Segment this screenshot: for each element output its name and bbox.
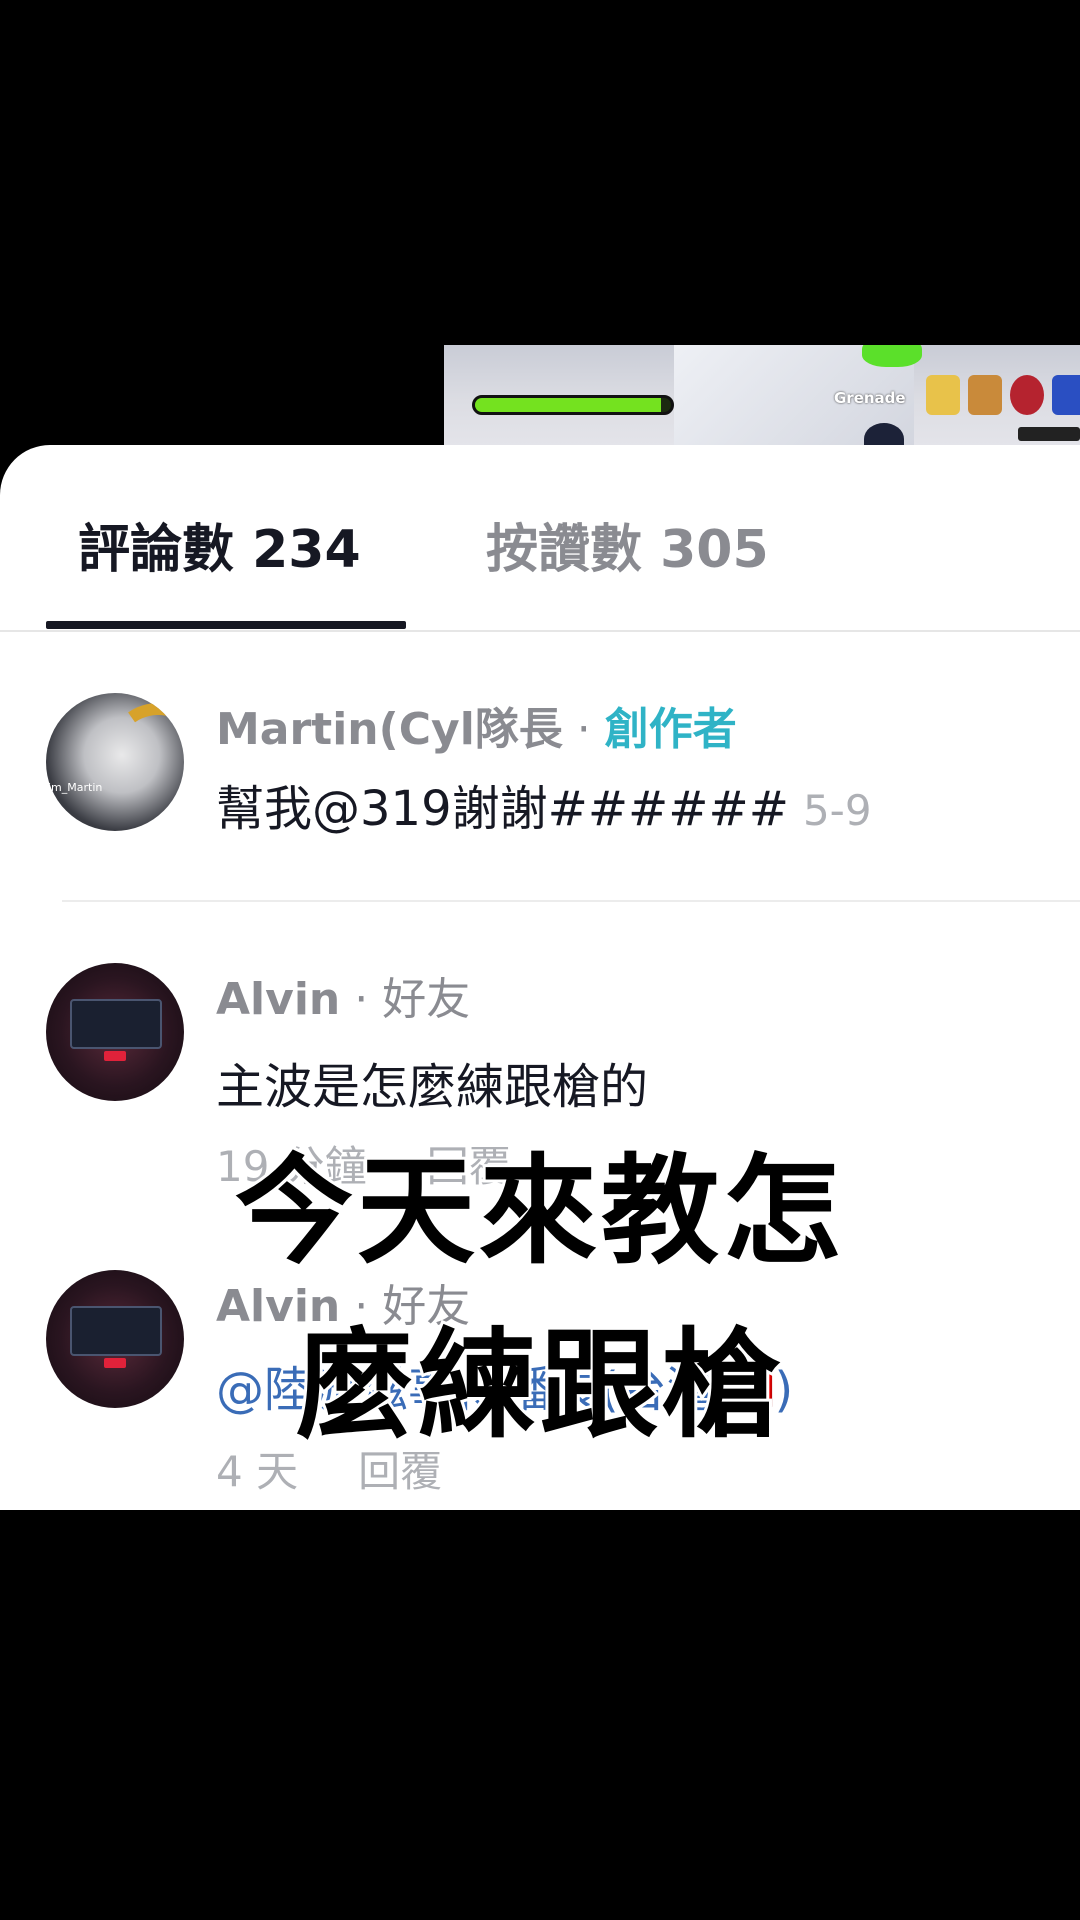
username[interactable]: Alvin xyxy=(216,974,340,1025)
inventory-item-icon xyxy=(926,375,960,415)
game-character xyxy=(864,423,904,447)
weapon-label: Grenade xyxy=(834,389,906,407)
inventory-item-icon xyxy=(1052,375,1080,415)
health-bar-fill xyxy=(475,398,662,412)
comment-text: 幫我@319謝謝###### 5-9 xyxy=(216,769,872,839)
inventory-item-icon xyxy=(1010,375,1044,415)
avatar[interactable]: im_Martin xyxy=(46,693,184,831)
separator: · xyxy=(354,974,369,1025)
comment-body: 幫我@319謝謝###### xyxy=(216,781,789,837)
username[interactable]: Martin(Cyl隊長 xyxy=(216,704,563,755)
comment-meta: Alvin · 好友 xyxy=(216,963,470,1027)
avatar-tag: im_Martin xyxy=(48,781,103,794)
avatar[interactable] xyxy=(46,963,184,1101)
inventory-item-icon xyxy=(968,375,1002,415)
overlay-caption-line1: 今天來教怎 xyxy=(232,1139,845,1283)
comment-text: 主波是怎麼練跟槍的 xyxy=(216,1047,648,1117)
active-tab-indicator xyxy=(46,621,406,629)
comment-date: 5-9 xyxy=(802,786,872,835)
friend-badge: 好友 xyxy=(382,974,471,1025)
comment-meta: Martin(Cyl隊長 · 創作者 xyxy=(216,693,737,757)
health-bar xyxy=(472,395,674,415)
avatar-red-button xyxy=(104,1051,126,1061)
divider xyxy=(62,900,1080,902)
tab-comments[interactable]: 評論數 234 xyxy=(78,507,361,582)
avatar-panel xyxy=(70,999,162,1049)
avatar-arc xyxy=(97,694,184,816)
overlay-caption-line2: 麼練跟槍 xyxy=(293,1313,784,1457)
tab-bar: 評論數 234 按讚數 305 xyxy=(0,445,1080,632)
separator: · xyxy=(576,704,591,755)
game-preview: Grenade xyxy=(444,345,1080,447)
creator-badge: 創作者 xyxy=(604,704,737,755)
mini-hud xyxy=(1018,427,1080,441)
comment-body: 主波是怎麼練跟槍的 xyxy=(216,1059,649,1115)
tab-likes[interactable]: 按讚數 305 xyxy=(486,507,769,582)
game-green-object xyxy=(862,345,922,367)
